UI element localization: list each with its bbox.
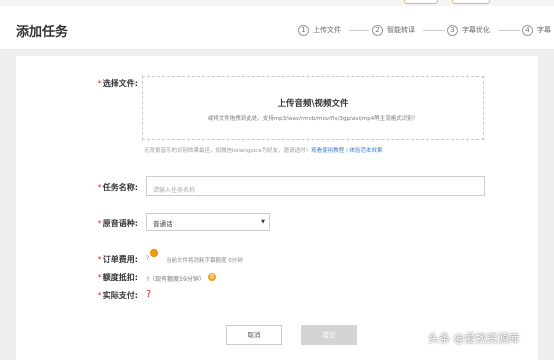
upload-formats-description: 或将文件拖拽到此处，支持mp3/wav/rmvb/mov/flv/3gp/avi… [207, 116, 419, 122]
task-name-label-text: 任务名称: [102, 183, 138, 192]
upload-hint-text: 无背景音乐的识别效果最佳，加微信lixiangpica为好友，邀请送时！ [144, 148, 312, 154]
language-select[interactable]: 普通话 ▼ [146, 213, 270, 231]
step-1: 1 上传文件 [298, 23, 341, 37]
task-name-field[interactable] [146, 176, 485, 200]
sample-effect-link[interactable]: 体验范本效果 [349, 148, 382, 154]
file-upload-dropzone[interactable]: 上传音频\视频文件 或将文件拖拽到此处，支持mp3/wav/rmvb/mov/f… [142, 76, 484, 140]
order-fee-note: 当前文件将消耗字幕额度 0分钟 [166, 258, 243, 264]
language-label-text: 原音语种: [102, 219, 138, 228]
top-bar-button[interactable] [404, 0, 438, 4]
task-name-label: *任务名称: [68, 182, 138, 193]
step-label: 字幕优化 [462, 26, 490, 34]
step-2: 2 智能转译 [372, 23, 415, 37]
step-number: 1 [298, 24, 309, 36]
credit-value: ?（现有额度59分钟） [146, 276, 205, 283]
add-credit-icon[interactable]: 加 [208, 273, 216, 281]
required-mark: * [97, 219, 102, 228]
order-fee-label-text: 订单费用: [102, 255, 138, 264]
step-connector [423, 30, 445, 31]
upload-hint: 无背景音乐的识别效果最佳，加微信lixiangpica为好友，邀请送时！观看使用… [144, 146, 383, 154]
watermark: 头条 @爱找资源库 [428, 332, 520, 345]
payment-label: *实际支付: [68, 290, 138, 301]
step-label: 上传文件 [313, 26, 341, 34]
upload-label-text: 选择文件: [102, 79, 138, 88]
step-label: 字幕 [537, 26, 551, 34]
step-label: 智能转译 [387, 26, 415, 34]
order-fee-value: ? [146, 255, 150, 262]
task-name-input[interactable] [147, 181, 484, 200]
required-mark: * [97, 183, 102, 192]
tutorial-link[interactable]: 观看使用教程 [311, 148, 344, 154]
step-connector [498, 30, 520, 31]
credit-label-text: 额度抵扣: [102, 273, 138, 282]
step-connector [349, 30, 369, 31]
order-fee-label: *订单费用: [68, 254, 138, 265]
chevron-down-icon: ▼ [261, 219, 265, 225]
step-number: 3 [447, 24, 458, 36]
page-title: 添加任务 [16, 25, 69, 40]
required-mark: * [97, 291, 102, 300]
step-number: 2 [372, 24, 383, 36]
payment-value: ? [146, 289, 152, 300]
required-mark: * [97, 79, 102, 88]
upload-label: *选择文件: [68, 78, 138, 89]
language-label: *原音语种: [68, 218, 138, 229]
top-bar-button[interactable] [452, 0, 490, 4]
step-number: 4 [522, 24, 533, 36]
language-selected-value: 普通话 [153, 220, 173, 228]
task-form-panel: *选择文件: 上传音频\视频文件 或将文件拖拽到此处，支持mp3/wav/rmv… [16, 56, 538, 360]
step-4: 4 字幕 [522, 23, 551, 37]
submit-button[interactable]: 提交 [301, 325, 357, 345]
coin-icon [150, 249, 158, 257]
payment-label-text: 实际支付: [102, 291, 138, 300]
page-header: 添加任务 1 上传文件 2 智能转译 3 字幕优化 4 字幕 [0, 6, 554, 50]
required-mark: * [97, 255, 102, 264]
step-3: 3 字幕优化 [447, 23, 490, 37]
required-mark: * [97, 273, 102, 282]
credit-label: *额度抵扣: [68, 272, 138, 283]
cancel-button[interactable]: 取消 [226, 325, 282, 345]
upload-title[interactable]: 上传音频\视频文件 [143, 97, 483, 109]
